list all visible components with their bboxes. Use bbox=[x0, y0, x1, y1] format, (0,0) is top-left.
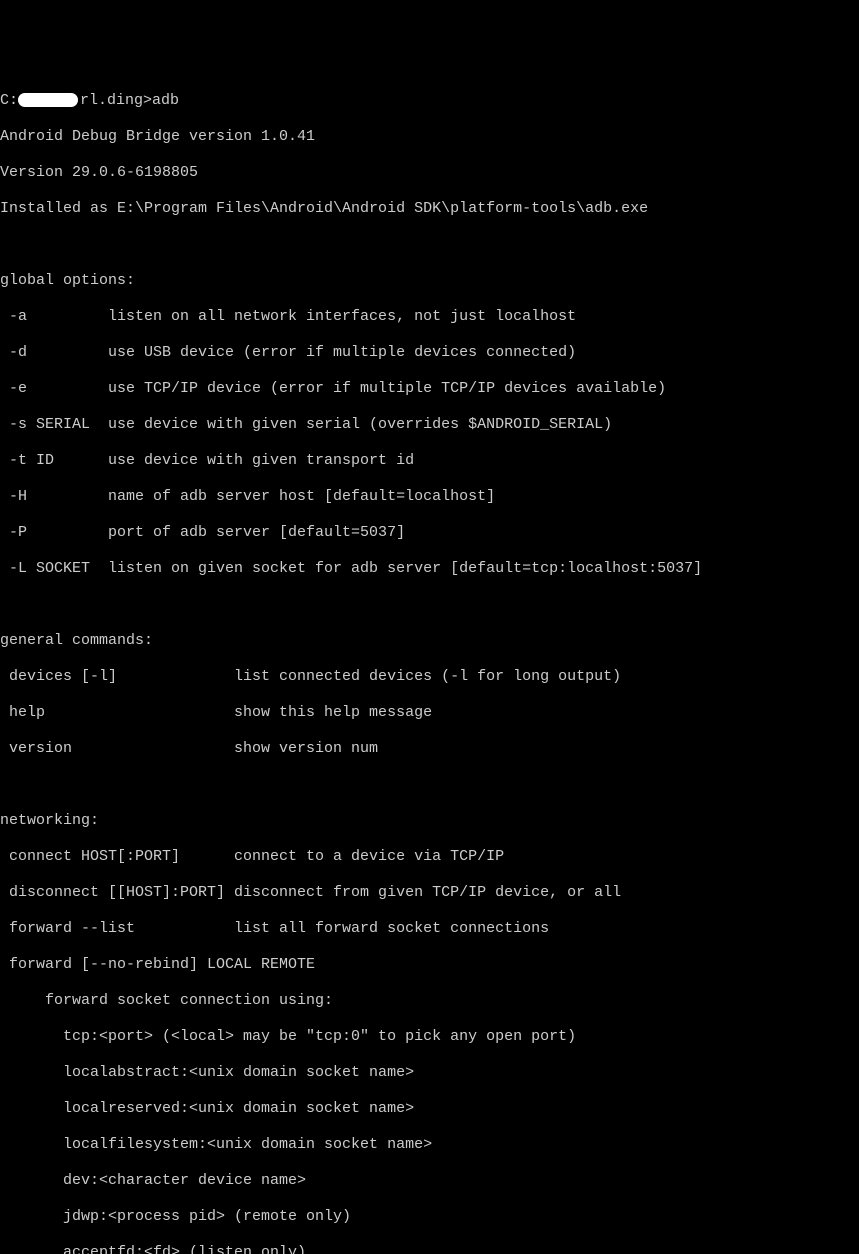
option-e: -e use TCP/IP device (error if multiple … bbox=[0, 380, 859, 398]
blank-line bbox=[0, 776, 859, 794]
global-options-title: global options: bbox=[0, 272, 859, 290]
net-forward-list: forward --list list all forward socket c… bbox=[0, 920, 859, 938]
option-l: -L SOCKET listen on given socket for adb… bbox=[0, 560, 859, 578]
option-h: -H name of adb server host [default=loca… bbox=[0, 488, 859, 506]
version-line-2: Version 29.0.6-6198805 bbox=[0, 164, 859, 182]
option-a: -a listen on all network interfaces, not… bbox=[0, 308, 859, 326]
prompt-command: rl.ding>adb bbox=[80, 92, 179, 109]
version-line-1: Android Debug Bridge version 1.0.41 bbox=[0, 128, 859, 146]
cmd-devices: devices [-l] list connected devices (-l … bbox=[0, 668, 859, 686]
net-forward-rebind: forward [--no-rebind] LOCAL REMOTE bbox=[0, 956, 859, 974]
blank-line bbox=[0, 596, 859, 614]
net-dev: dev:<character device name> bbox=[0, 1172, 859, 1190]
cmd-version: version show version num bbox=[0, 740, 859, 758]
net-connect: connect HOST[:PORT] connect to a device … bbox=[0, 848, 859, 866]
option-d: -d use USB device (error if multiple dev… bbox=[0, 344, 859, 362]
blank-line bbox=[0, 236, 859, 254]
prompt-drive: C: bbox=[0, 92, 18, 109]
redacted-path bbox=[18, 93, 78, 107]
installed-path: Installed as E:\Program Files\Android\An… bbox=[0, 200, 859, 218]
net-acceptfd: acceptfd:<fd> (listen only) bbox=[0, 1244, 859, 1254]
net-localreserved: localreserved:<unix domain socket name> bbox=[0, 1100, 859, 1118]
net-jdwp: jdwp:<process pid> (remote only) bbox=[0, 1208, 859, 1226]
general-commands-title: general commands: bbox=[0, 632, 859, 650]
terminal-output: C: rl.ding>adb Android Debug Bridge versi… bbox=[0, 74, 859, 1254]
option-p: -P port of adb server [default=5037] bbox=[0, 524, 859, 542]
net-tcp: tcp:<port> (<local> may be "tcp:0" to pi… bbox=[0, 1028, 859, 1046]
option-t: -t ID use device with given transport id bbox=[0, 452, 859, 470]
net-forward-desc: forward socket connection using: bbox=[0, 992, 859, 1010]
networking-title: networking: bbox=[0, 812, 859, 830]
prompt-line: C: rl.ding>adb bbox=[0, 92, 859, 110]
net-disconnect: disconnect [[HOST]:PORT] disconnect from… bbox=[0, 884, 859, 902]
net-localabstract: localabstract:<unix domain socket name> bbox=[0, 1064, 859, 1082]
option-s: -s SERIAL use device with given serial (… bbox=[0, 416, 859, 434]
cmd-help: help show this help message bbox=[0, 704, 859, 722]
net-localfilesystem: localfilesystem:<unix domain socket name… bbox=[0, 1136, 859, 1154]
